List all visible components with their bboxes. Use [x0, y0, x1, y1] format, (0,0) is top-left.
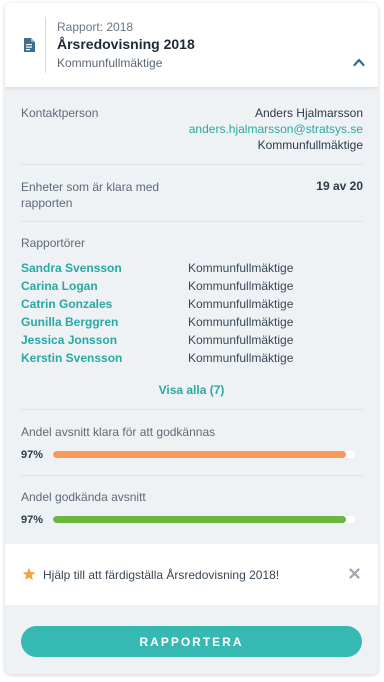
- report-button[interactable]: RAPPORTERA: [21, 626, 362, 657]
- show-all-reporters-link[interactable]: Visa alla (7): [5, 383, 378, 397]
- report-title: Årsredovisning 2018: [57, 36, 195, 52]
- contact-email-link[interactable]: anders.hjalmarsson@stratsys.se: [189, 122, 363, 136]
- reporter-row: Gunilla Berggren Kommunfullmäktige: [21, 315, 361, 333]
- units-value: 19 av 20: [316, 179, 363, 193]
- reporter-name-link[interactable]: Kerstin Svensson: [21, 351, 122, 365]
- progress-ready-percent: 97%: [21, 449, 44, 461]
- report-year: Rapport: 2018: [57, 20, 134, 34]
- contact-organization: Kommunfullmäktige: [257, 138, 363, 152]
- progress-ready-bar: [53, 451, 355, 458]
- progress-approved-label: Andel godkända avsnitt: [21, 490, 146, 504]
- reporter-organization: Kommunfullmäktige: [188, 279, 294, 293]
- contact-label: Kontaktperson: [21, 106, 99, 120]
- report-card: Rapport: 2018 Årsredovisning 2018 Kommun…: [5, 3, 378, 674]
- divider: [21, 221, 363, 222]
- contact-name: Anders Hjalmarsson: [254, 106, 363, 120]
- reporter-row: Catrin Gonzales Kommunfullmäktige: [21, 297, 361, 315]
- reporter-name-link[interactable]: Jessica Jonsson: [21, 333, 117, 347]
- divider: [21, 409, 363, 410]
- reporters-label: Rapportörer: [21, 236, 86, 250]
- reporter-name-link[interactable]: Carina Logan: [21, 279, 98, 293]
- divider: [21, 475, 363, 476]
- reporter-organization: Kommunfullmäktige: [188, 333, 294, 347]
- reporter-row: Kerstin Svensson Kommunfullmäktige: [21, 351, 361, 369]
- progress-approved-fill: [53, 516, 346, 523]
- reporter-organization: Kommunfullmäktige: [188, 315, 294, 329]
- reporter-row: Jessica Jonsson Kommunfullmäktige: [21, 333, 361, 351]
- report-header: Rapport: 2018 Årsredovisning 2018 Kommun…: [5, 3, 378, 87]
- progress-approved-bar: [53, 516, 355, 523]
- divider: [21, 164, 363, 165]
- reporter-organization: Kommunfullmäktige: [188, 297, 294, 311]
- document-icon: [24, 38, 35, 52]
- reporter-organization: Kommunfullmäktige: [188, 261, 294, 275]
- help-banner: Hjälp till att färdigställa Årsredovisni…: [5, 544, 378, 605]
- reporter-row: Sandra Svensson Kommunfullmäktige: [21, 261, 361, 279]
- progress-ready-label: Andel avsnitt klara för att godkännas: [21, 425, 216, 439]
- chevron-up-icon[interactable]: [353, 57, 365, 67]
- reporter-row: Carina Logan Kommunfullmäktige: [21, 279, 361, 297]
- star-icon: [22, 567, 36, 580]
- reporter-name-link[interactable]: Sandra Svensson: [21, 261, 122, 275]
- help-text: Hjälp till att färdigställa Årsredovisni…: [43, 568, 280, 582]
- units-label: Enheter som är klara med rapporten: [21, 180, 160, 210]
- progress-approved-percent: 97%: [21, 514, 44, 526]
- report-organization: Kommunfullmäktige: [57, 56, 163, 70]
- reporter-name-link[interactable]: Gunilla Berggren: [21, 315, 118, 329]
- reporter-organization: Kommunfullmäktige: [188, 351, 294, 365]
- header-divider: [45, 17, 46, 73]
- progress-ready-fill: [53, 451, 346, 458]
- reporter-name-link[interactable]: Catrin Gonzales: [21, 297, 112, 311]
- close-icon[interactable]: [349, 568, 360, 579]
